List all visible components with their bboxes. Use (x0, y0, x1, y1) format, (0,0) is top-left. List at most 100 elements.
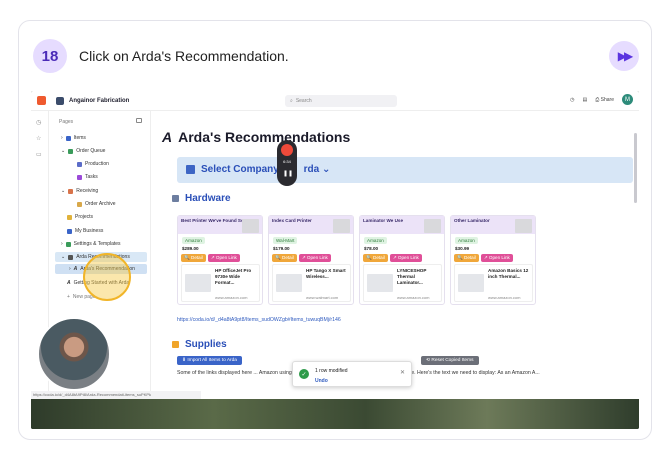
user-avatar[interactable]: M (622, 94, 633, 105)
open-link-button[interactable]: ↗ Open Link (480, 254, 513, 262)
page-icon (67, 214, 72, 220)
sidebar-item-receiving[interactable]: ⌄ Receiving (61, 186, 98, 196)
sidebar-item-label: Order Queue (76, 148, 106, 154)
product-domain: www.amazon.com (215, 295, 248, 300)
chevron-right-icon: › (61, 241, 63, 247)
detail-label: Detail (373, 255, 385, 260)
supplies-heading-text: Supplies (185, 339, 227, 350)
sidebar-collapse-icon[interactable] (136, 118, 142, 123)
open-link-button[interactable]: ↗ Open Link (298, 254, 331, 262)
sidebar-item-items[interactable]: › Items (61, 133, 86, 143)
scrollbar[interactable] (634, 133, 637, 203)
product-card: Best Printer We've Found So Far Amazon $… (177, 215, 263, 305)
search-input[interactable]: ⌕ Search (285, 95, 397, 107)
select-company-banner[interactable]: Select Company rda ⌄ (177, 157, 633, 183)
folder-icon[interactable]: ▭ (36, 151, 42, 158)
product-image (367, 274, 393, 292)
sidebar-item-tasks[interactable]: Tasks (77, 172, 98, 182)
sidebar-item-projects[interactable]: Projects (67, 212, 93, 222)
product-thumbnail (515, 219, 532, 233)
star-icon[interactable]: ☆ (36, 135, 41, 142)
select-company-suffix: rda (303, 164, 320, 175)
open-link-label: Open Link (397, 255, 419, 260)
hardware-heading-text: Hardware (185, 193, 231, 204)
plus-icon: + (67, 294, 70, 300)
product-card: Laminator We Use Amazon $78.00 🔍 Detail ↗… (359, 215, 445, 305)
select-company-label: Select Company (201, 164, 279, 175)
sidebar-item-label: Projects (75, 214, 94, 220)
clock-icon[interactable]: ◷ (36, 119, 41, 126)
product-price: $30.99 (455, 246, 470, 251)
sidebar-item-order-archive[interactable]: Order Archive (77, 199, 116, 209)
stop-record-button[interactable] (281, 144, 293, 156)
detail-button[interactable]: 🔍 Detail (363, 254, 388, 262)
hardware-heading: Hardware (172, 193, 231, 204)
page-icon (77, 201, 82, 207)
pause-icon[interactable]: ❚❚ (283, 170, 293, 177)
supplies-heading: Supplies (172, 339, 227, 350)
coda-logo-icon[interactable] (37, 96, 46, 105)
page-content: A Arda's Recommendations Select Company r… (152, 111, 639, 399)
background-forest (31, 399, 639, 429)
arda-logo-icon: A (162, 129, 173, 145)
product-header-text: Index Card Printer (272, 218, 312, 223)
page-title: A Arda's Recommendations (162, 129, 350, 145)
items-url-link[interactable]: https://coda.io/d/_d4a8tA9pt8/Items_sudO… (177, 317, 341, 323)
printer-icon (172, 195, 179, 202)
recorder-widget[interactable]: 6:34 ❚❚ (277, 140, 297, 186)
reset-button-label: Reset Copied Items (431, 358, 474, 363)
open-link-label: Open Link (488, 255, 510, 260)
sidebar-item-label: Receiving (76, 188, 99, 194)
product-image (276, 274, 302, 292)
open-link-label: Open Link (306, 255, 328, 260)
link-preview[interactable]: HP OfficeJet Pro 9730e Wide Format... www… (181, 264, 260, 302)
sidebar-item-production[interactable]: Production (77, 159, 109, 169)
screenshot-frame: Angainor Fabrication ⌕ Search ◷ ▤ ⎙ Share… (31, 91, 639, 429)
product-image (458, 274, 484, 292)
chevron-down-icon: ⌄ (61, 148, 66, 154)
reset-copied-button[interactable]: ⟲ Reset Copied Items (421, 356, 479, 365)
sidebar-item-label: Tasks (85, 174, 98, 180)
open-link-button[interactable]: ↗ Open Link (207, 254, 240, 262)
detail-button[interactable]: 🔍 Detail (454, 254, 479, 262)
product-card: Index Card Printer Wal-Mart $179.00 🔍 De… (268, 215, 354, 305)
open-link-button[interactable]: ↗ Open Link (389, 254, 422, 262)
arda-logo-icon: A (73, 266, 78, 272)
product-thumbnail (424, 219, 441, 233)
product-name: Amazon Basics 12 inch Thermal... (488, 268, 529, 280)
close-icon[interactable]: ✕ (400, 369, 405, 376)
undo-link[interactable]: Undo (315, 378, 328, 384)
chevron-right-icon: › (61, 135, 63, 141)
product-domain: www.amazon.com (488, 295, 521, 300)
product-thumbnail (333, 219, 350, 233)
sidebar-item-my-business[interactable]: My Business (67, 226, 103, 236)
doc-title: Angainor Fabrication (69, 97, 130, 104)
recorder-time: 6:34 (283, 159, 291, 164)
share-label: Share (600, 96, 614, 103)
sidebar-item-order-queue[interactable]: ⌄ Order Queue (61, 146, 105, 156)
box-icon (172, 341, 179, 348)
open-link-label: Open Link (215, 255, 237, 260)
import-all-button[interactable]: ⬇ Import All Items to Arda (177, 356, 242, 365)
history-icon[interactable]: ◷ (570, 97, 574, 103)
detail-button[interactable]: 🔍 Detail (272, 254, 297, 262)
supplies-toolbar: ⬇ Import All Items to Arda ⟲ Reset Copie… (177, 356, 479, 365)
sidebar-item-settings-templates[interactable]: › Settings & Templates (61, 239, 121, 249)
product-card: Other Laminator Amazon $30.99 🔍 Detail ↗ … (450, 215, 536, 305)
share-button[interactable]: ⎙ Share (595, 97, 614, 103)
building-icon (186, 165, 195, 174)
next-step-button[interactable]: ▶▶ (609, 41, 639, 71)
detail-button[interactable]: 🔍 Detail (181, 254, 206, 262)
status-bar-url: https://coda.io/d/_d4A8tA9Pt8/Arda-Recom… (31, 391, 201, 399)
page-icon (68, 254, 74, 260)
step-number-badge: 18 (33, 39, 67, 73)
search-icon: ⌕ (290, 98, 293, 104)
fast-forward-icon: ▶▶ (617, 49, 634, 63)
link-preview[interactable]: LYNICESHOP Thermal Laminator... www.amazo… (363, 264, 442, 302)
link-preview[interactable]: Amazon Basics 12 inch Thermal... www.amaz… (454, 264, 533, 302)
comments-icon[interactable]: ▤ (583, 97, 588, 103)
chevron-right-icon: › (69, 266, 71, 272)
link-preview[interactable]: HP Tango X Smart Wireless... www.walmart.… (272, 264, 351, 302)
page-icon (77, 161, 82, 167)
page-icon (77, 174, 82, 180)
